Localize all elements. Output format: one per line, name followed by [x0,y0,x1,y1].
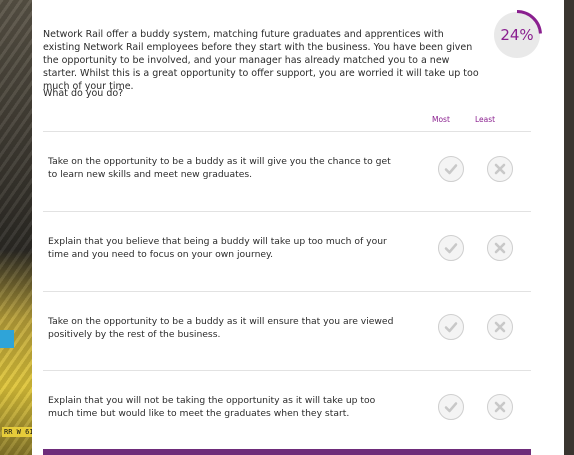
divider [43,370,531,371]
option-4-text: Explain that you will not be taking the … [48,395,376,419]
question-prompt: What do you do? [43,88,124,99]
cross-icon [494,163,506,175]
divider [43,291,531,292]
option-3-text: Take on the opportunity to be a buddy as… [48,316,394,340]
scenario-text: Network Rail offer a buddy system, match… [43,29,479,92]
progress-indicator: 24% [492,10,542,60]
option-4-least-button[interactable] [487,394,513,420]
option-2-most-button[interactable] [438,235,464,261]
option-1-text: Take on the opportunity to be a buddy as… [48,156,391,180]
check-icon [444,322,458,333]
option-2-text: Explain that you believe that being a bu… [48,236,387,260]
option-3-least-button[interactable] [487,314,513,340]
cross-icon [494,242,506,254]
background-sign [0,330,14,348]
option-4-most-button[interactable] [438,394,464,420]
option-2-least-button[interactable] [487,235,513,261]
option-1-most-button[interactable] [438,156,464,182]
bottom-accent-bar [43,449,531,455]
progress-percent: 24% [500,26,534,44]
divider [43,131,531,132]
question-card: Network Rail offer a buddy system, match… [32,0,564,455]
most-column-header: Most [432,115,450,124]
option-1-least-button[interactable] [487,156,513,182]
divider [43,211,531,212]
cross-icon [494,321,506,333]
background-photo: RR W 610 [0,0,40,455]
check-icon [444,402,458,413]
check-icon [444,243,458,254]
check-icon [444,164,458,175]
least-column-header: Least [475,115,496,124]
cross-icon [494,401,506,413]
option-3-most-button[interactable] [438,314,464,340]
background-right-edge [564,0,574,455]
